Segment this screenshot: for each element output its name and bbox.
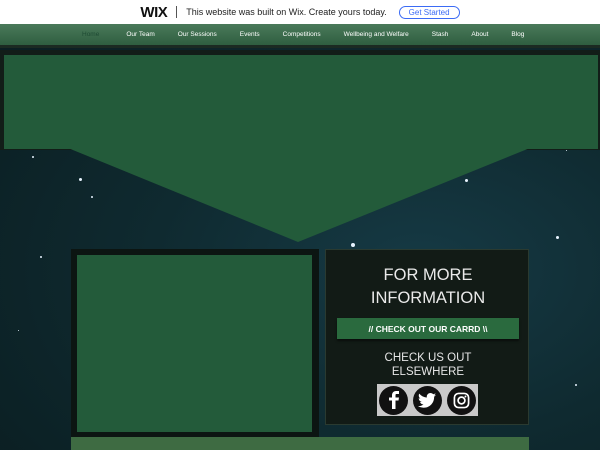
footer-strip: [71, 437, 529, 450]
nav-item-about[interactable]: About: [471, 31, 488, 38]
instagram-icon[interactable]: [446, 385, 476, 415]
info-panel: FOR MORE INFORMATION // CHECK OUT OUR CA…: [325, 249, 529, 425]
hero-banner: [0, 50, 600, 245]
star: [79, 178, 82, 181]
star: [556, 236, 559, 239]
nav-item-our-sessions[interactable]: Our Sessions: [178, 31, 217, 38]
elsewhere-line-1: CHECK US OUT: [384, 352, 472, 364]
star: [351, 243, 355, 247]
star: [465, 179, 468, 182]
nav-item-wellbeing-and-welfare[interactable]: Wellbeing and Welfare: [344, 31, 409, 38]
hero-shape: [0, 50, 600, 242]
twitter-icon[interactable]: [412, 385, 442, 415]
star: [32, 156, 34, 158]
star: [18, 330, 19, 331]
wix-banner: WIX This website was built on Wix. Creat…: [0, 0, 600, 24]
info-title-line-1: FOR MORE: [383, 266, 473, 284]
get-started-button[interactable]: Get Started: [398, 5, 460, 19]
info-title: FOR MORE INFORMATION: [326, 264, 530, 310]
nav-item-home[interactable]: Home: [82, 31, 99, 38]
star: [40, 256, 42, 258]
banner-divider: [176, 6, 178, 18]
nav-item-competitions[interactable]: Competitions: [283, 31, 321, 38]
info-title-line-2: INFORMATION: [370, 289, 486, 307]
nav-item-stash[interactable]: Stash: [432, 31, 449, 38]
image-placeholder: [77, 255, 312, 432]
nav-item-blog[interactable]: Blog: [511, 31, 524, 38]
elsewhere-line-2: ELSEWHERE: [391, 366, 465, 378]
facebook-icon[interactable]: [379, 385, 409, 415]
elsewhere-heading: CHECK US OUT ELSEWHERE: [326, 351, 530, 379]
wix-logo[interactable]: WIX: [140, 4, 167, 21]
check-out-carrd-button[interactable]: // CHECK OUT OUR CARRD \\: [337, 318, 519, 339]
star: [566, 150, 567, 151]
nav-item-events[interactable]: Events: [240, 31, 260, 38]
nav-item-our-team[interactable]: Our Team: [126, 31, 154, 38]
star: [575, 384, 577, 386]
wix-banner-message: This website was built on Wix. Create yo…: [186, 7, 387, 17]
star: [91, 196, 93, 198]
image-frame: [71, 249, 319, 437]
social-bar: [377, 384, 478, 416]
main-nav: Home Our Team Our Sessions Events Compet…: [0, 24, 600, 48]
